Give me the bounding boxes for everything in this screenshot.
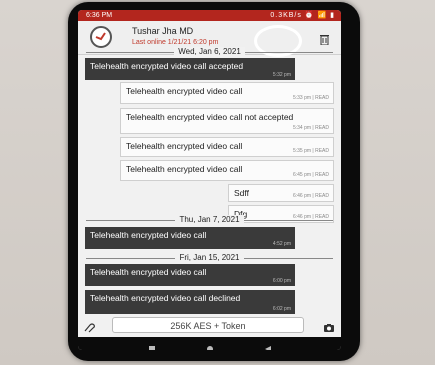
contact-name: Tushar Jha MD <box>132 26 194 36</box>
message-outgoing[interactable]: Telehealth encrypted video call 5:35 pm … <box>120 137 334 157</box>
message-incoming[interactable]: Telehealth encrypted video call 6:00 pm <box>85 264 295 286</box>
message-incoming[interactable]: Telehealth encrypted video call accepted… <box>85 58 295 80</box>
date-separator: Thu, Jan 7, 2021 <box>86 215 333 225</box>
message-incoming[interactable]: Telehealth encrypted video call declined… <box>85 290 295 314</box>
back-icon[interactable] <box>264 340 272 350</box>
message-outgoing[interactable]: Telehealth encrypted video call 6:45 pm … <box>120 160 334 181</box>
status-time: 6:36 PM <box>86 12 113 19</box>
status-bar: 6:36 PM 0.3KB/s ⏰ 📶 ▮ <box>78 10 341 21</box>
message-input[interactable]: 256K AES + Token <box>112 317 304 333</box>
date-separator: Wed, Jan 6, 2021 <box>86 47 333 57</box>
logo-icon <box>95 32 106 41</box>
attach-icon[interactable] <box>84 320 96 338</box>
message-outgoing[interactable]: Telehealth encrypted video call 5:33 pm … <box>120 82 334 104</box>
last-online: Last online 1/21/21 6:20 pm <box>132 39 219 46</box>
camera-icon[interactable] <box>323 320 335 338</box>
avatar[interactable] <box>90 26 112 48</box>
message-outgoing[interactable]: Sdff 6:46 pm | READ <box>228 184 334 202</box>
message-incoming[interactable]: Telehealth encrypted video call 4:52 pm <box>85 227 295 249</box>
chat-screen: 6:36 PM 0.3KB/s ⏰ 📶 ▮ Tushar Jha MD Last… <box>78 10 341 350</box>
message-outgoing[interactable]: Telehealth encrypted video call not acce… <box>120 108 334 134</box>
date-separator: Fri, Jan 15, 2021 <box>86 253 333 263</box>
composer-bar: 256K AES + Token <box>78 315 341 335</box>
home-icon[interactable] <box>206 340 214 350</box>
recents-icon[interactable] <box>148 340 156 350</box>
android-nav-bar <box>78 337 341 350</box>
status-icons: 0.3KB/s ⏰ 📶 ▮ <box>270 12 335 19</box>
